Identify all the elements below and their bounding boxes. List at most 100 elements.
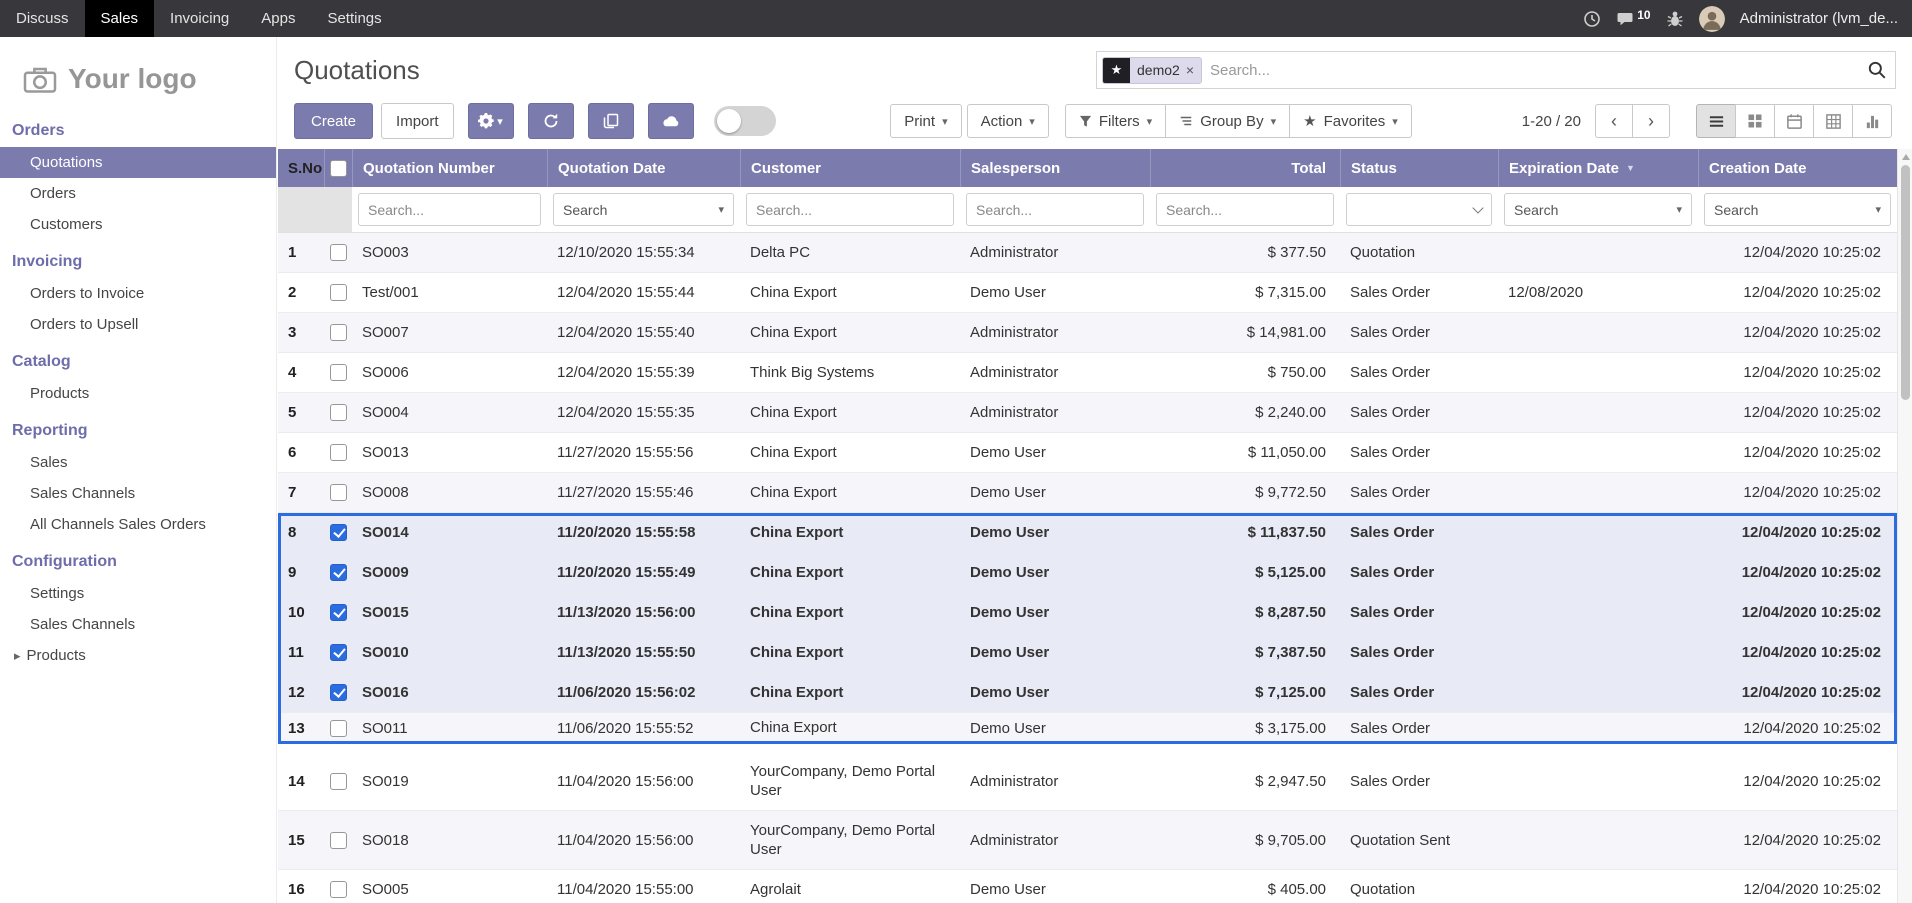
view-list-button[interactable] <box>1696 104 1736 138</box>
sidebar-item[interactable]: Sales Channels <box>0 609 276 640</box>
search-bar[interactable]: ★ demo2 × <box>1096 51 1896 89</box>
topbar-menu-item[interactable]: Settings <box>311 0 397 37</box>
topbar-menu-item[interactable]: Sales <box>84 0 155 37</box>
topbar-menu-item[interactable]: Discuss <box>0 0 85 37</box>
sidebar-item[interactable]: Sales <box>0 447 276 478</box>
quotation-number-cell[interactable]: SO008 <box>352 484 547 501</box>
sidebar-item[interactable]: Orders to Upsell <box>0 309 276 340</box>
topbar-menu-item[interactable]: Apps <box>245 0 311 37</box>
quotation-number-cell[interactable]: SO011 <box>352 720 547 737</box>
user-avatar[interactable] <box>1698 5 1725 32</box>
action-dropdown-button[interactable]: Action ▾ <box>966 104 1049 138</box>
row-select-cell[interactable] <box>324 444 352 461</box>
sidebar-item[interactable]: ▸ Products <box>0 640 276 671</box>
import-button[interactable]: Import <box>381 103 454 139</box>
col-header-sno[interactable]: S.No <box>278 149 324 187</box>
row-select-cell[interactable] <box>324 324 352 341</box>
table-row[interactable]: 1 SO003 12/10/2020 15:55:34 Delta PC Adm… <box>278 233 1897 273</box>
sidebar-item[interactable]: Quotations <box>0 147 276 178</box>
filter-salesperson-input[interactable] <box>966 193 1144 226</box>
vertical-scrollbar[interactable] <box>1897 149 1912 903</box>
col-header-quotation-number[interactable]: Quotation Number <box>352 149 547 187</box>
user-menu[interactable]: Administrator (lvm_de... <box>1740 10 1898 27</box>
row-select-cell[interactable] <box>324 684 352 701</box>
row-checkbox[interactable] <box>329 244 347 261</box>
quotation-number-cell[interactable]: SO016 <box>352 684 547 701</box>
row-select-cell[interactable] <box>324 881 352 898</box>
row-checkbox[interactable] <box>329 772 347 790</box>
activities-clock-icon[interactable] <box>1583 10 1601 28</box>
view-calendar-button[interactable] <box>1774 104 1814 138</box>
settings-gear-dropdown-button[interactable]: ▾ <box>467 103 514 139</box>
row-checkbox[interactable] <box>329 524 347 541</box>
toggle-switch[interactable] <box>713 106 776 136</box>
row-checkbox[interactable] <box>329 564 347 581</box>
row-select-cell[interactable] <box>324 772 352 790</box>
export-cloud-button[interactable] <box>647 103 694 139</box>
table-row[interactable]: 14 SO019 11/04/2020 15:56:00 YourCompany… <box>278 752 1897 811</box>
view-kanban-button[interactable] <box>1735 104 1775 138</box>
view-pivot-button[interactable] <box>1813 104 1853 138</box>
quotation-number-cell[interactable]: SO007 <box>352 324 547 341</box>
table-row[interactable]: 12 SO016 11/06/2020 15:56:02 China Expor… <box>278 673 1897 713</box>
table-row[interactable]: 2 Test/001 12/04/2020 15:55:44 China Exp… <box>278 273 1897 313</box>
col-header-creation-date[interactable]: Creation Date <box>1698 149 1897 187</box>
filter-creation-combo[interactable]: Search ▾ <box>1704 193 1891 226</box>
col-header-expiration-date[interactable]: Expiration Date ▼ <box>1498 149 1698 187</box>
quotation-number-cell[interactable]: SO019 <box>352 773 547 790</box>
table-row[interactable]: 7 SO008 11/27/2020 15:55:46 China Export… <box>278 473 1897 513</box>
row-checkbox[interactable] <box>329 831 347 849</box>
table-row[interactable]: 6 SO013 11/27/2020 15:55:56 China Export… <box>278 433 1897 473</box>
filter-date-combo[interactable]: Search ▾ <box>553 193 734 226</box>
sidebar-item[interactable]: Orders to Invoice <box>0 278 276 309</box>
filter-expiration-combo[interactable]: Search ▾ <box>1504 193 1692 226</box>
quotation-number-cell[interactable]: SO013 <box>352 444 547 461</box>
row-checkbox[interactable] <box>329 484 347 501</box>
quotation-number-cell[interactable]: SO005 <box>352 881 547 898</box>
table-row[interactable]: 16 SO005 11/04/2020 15:55:00 Agrolait De… <box>278 870 1897 903</box>
pager-previous-button[interactable]: ‹ <box>1595 104 1633 138</box>
quotation-number-cell[interactable]: SO015 <box>352 604 547 621</box>
filter-customer-input[interactable] <box>746 193 954 226</box>
view-graph-button[interactable] <box>1852 104 1892 138</box>
messages-menu[interactable]: 10 <box>1616 8 1651 28</box>
row-select-cell[interactable] <box>324 364 352 381</box>
col-header-salesperson[interactable]: Salesperson <box>960 149 1150 187</box>
row-select-cell[interactable] <box>324 524 352 541</box>
table-row[interactable]: 9 SO009 11/20/2020 15:55:49 China Export… <box>278 553 1897 593</box>
sidebar-item[interactable]: All Channels Sales Orders <box>0 509 276 540</box>
group-by-dropdown-button[interactable]: Group By ▾ <box>1165 104 1291 138</box>
quotation-number-cell[interactable]: SO003 <box>352 244 547 261</box>
duplicate-button[interactable] <box>587 103 634 139</box>
scrollbar-thumb[interactable] <box>1901 165 1910 400</box>
sidebar-item[interactable]: Orders <box>0 178 276 209</box>
sidebar-item[interactable]: Sales Channels <box>0 478 276 509</box>
table-row[interactable]: 10 SO015 11/13/2020 15:56:00 China Expor… <box>278 593 1897 633</box>
quotation-number-cell[interactable]: SO018 <box>352 832 547 849</box>
quotation-number-cell[interactable]: Test/001 <box>352 284 547 301</box>
filters-dropdown-button[interactable]: Filters ▾ <box>1064 104 1167 138</box>
table-row[interactable]: 15 SO018 11/04/2020 15:56:00 YourCompany… <box>278 811 1897 870</box>
row-checkbox[interactable] <box>329 404 347 421</box>
quotation-number-cell[interactable]: SO010 <box>352 644 547 661</box>
row-select-cell[interactable] <box>324 564 352 581</box>
row-checkbox[interactable] <box>329 684 347 701</box>
row-checkbox[interactable] <box>329 364 347 381</box>
pager-next-button[interactable]: › <box>1632 104 1670 138</box>
table-row[interactable]: 5 SO004 12/04/2020 15:55:35 China Export… <box>278 393 1897 433</box>
filter-status-select[interactable] <box>1346 193 1492 226</box>
row-select-cell[interactable] <box>324 831 352 849</box>
filter-total-input[interactable] <box>1156 193 1334 226</box>
row-checkbox[interactable] <box>329 644 347 661</box>
row-select-cell[interactable] <box>324 404 352 421</box>
col-header-quotation-date[interactable]: Quotation Date <box>547 149 740 187</box>
filter-number-input[interactable] <box>358 193 541 226</box>
table-row[interactable]: 8 SO014 11/20/2020 15:55:58 China Export… <box>278 513 1897 553</box>
row-select-cell[interactable] <box>324 604 352 621</box>
print-dropdown-button[interactable]: Print ▾ <box>890 104 962 138</box>
row-checkbox[interactable] <box>329 444 347 461</box>
row-checkbox[interactable] <box>329 604 347 621</box>
refresh-button[interactable] <box>527 103 574 139</box>
row-select-cell[interactable] <box>324 484 352 501</box>
sidebar-item[interactable]: Customers <box>0 209 276 240</box>
